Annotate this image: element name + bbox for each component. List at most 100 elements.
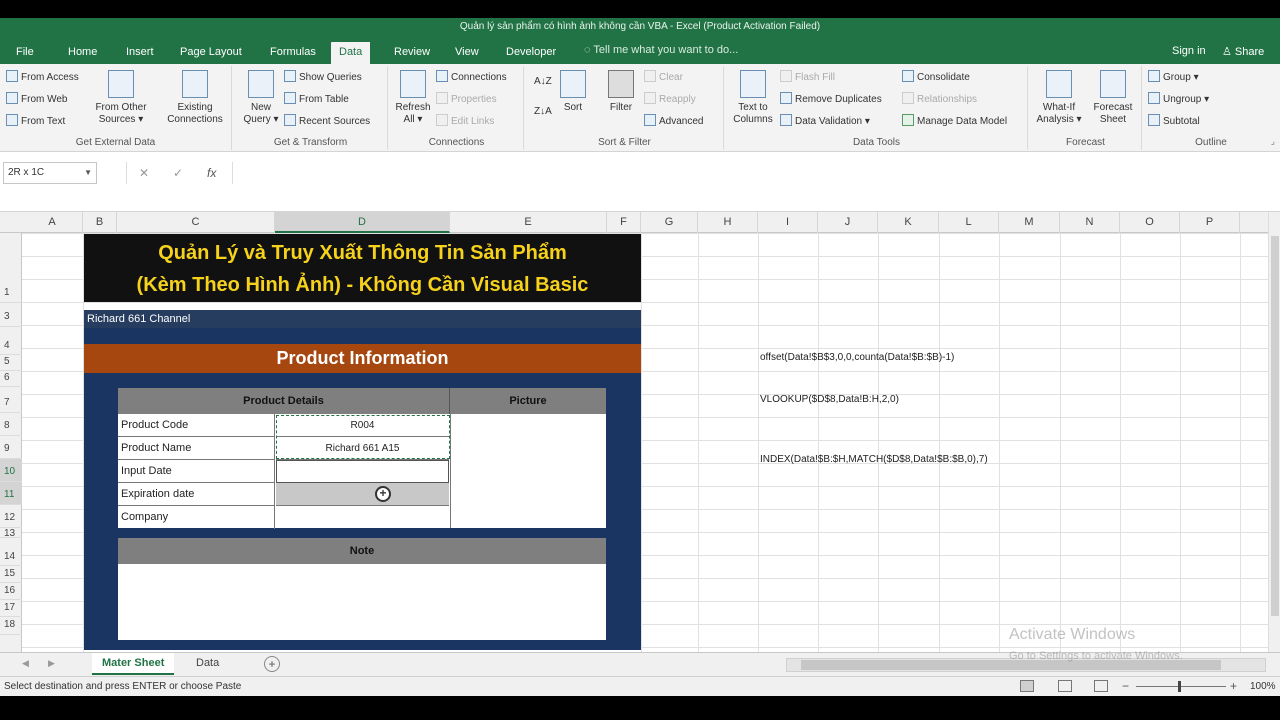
flash-fill-button[interactable]: Flash Fill bbox=[780, 68, 835, 88]
product-information-header[interactable]: Product Information bbox=[84, 344, 641, 373]
row-header-4[interactable]: 4 bbox=[0, 327, 22, 355]
from-other-sources-button[interactable]: From Other Sources ▾ bbox=[88, 70, 154, 126]
tab-home[interactable]: Home bbox=[60, 42, 105, 64]
what-if-analysis-button[interactable]: What-If Analysis ▾ bbox=[1034, 70, 1084, 126]
row-header-1[interactable]: 1 bbox=[0, 233, 22, 303]
reapply-button[interactable]: Reapply bbox=[644, 90, 696, 110]
enter-check-icon[interactable]: ✓ bbox=[173, 162, 183, 184]
tell-me-box[interactable]: ◌ Tell me what you want to do... bbox=[584, 44, 738, 56]
name-box[interactable]: 2R x 1C ▼ bbox=[3, 162, 97, 184]
row-header-8[interactable]: 8 bbox=[0, 413, 22, 436]
row-header-7[interactable]: 7 bbox=[0, 387, 22, 413]
column-header-d[interactable]: D bbox=[275, 212, 450, 233]
label-company[interactable]: Company bbox=[118, 506, 275, 529]
tab-developer[interactable]: Developer bbox=[498, 42, 564, 64]
row-header-9[interactable]: 9 bbox=[0, 436, 22, 459]
cancel-x-icon[interactable]: ✕ bbox=[139, 162, 149, 184]
row-header-12[interactable]: 12 bbox=[0, 505, 22, 528]
row-header-16[interactable]: 16 bbox=[0, 583, 22, 600]
tab-page-layout[interactable]: Page Layout bbox=[172, 42, 250, 64]
row-header-13[interactable]: 13 bbox=[0, 528, 22, 539]
formula-note-index[interactable]: INDEX(Data!$B:$H,MATCH($D$8,Data!$B:$B,0… bbox=[760, 454, 988, 465]
sort-az-button[interactable]: A↓Z bbox=[534, 72, 552, 92]
refresh-all-button[interactable]: Refresh All ▾ bbox=[392, 70, 434, 126]
zoom-level[interactable]: 100% bbox=[1250, 681, 1276, 692]
column-header-o[interactable]: O bbox=[1120, 212, 1180, 233]
from-table-button[interactable]: From Table bbox=[284, 90, 349, 110]
sort-za-button[interactable]: Z↓A bbox=[534, 102, 552, 122]
prev-sheet-icon[interactable]: ◀ bbox=[22, 658, 29, 669]
note-header[interactable]: Note bbox=[118, 538, 606, 564]
recent-sources-button[interactable]: Recent Sources bbox=[284, 112, 370, 132]
page-layout-view-icon[interactable] bbox=[1058, 680, 1072, 692]
picture-header[interactable]: Picture bbox=[450, 388, 606, 414]
chevron-down-icon[interactable]: ▼ bbox=[84, 163, 92, 183]
sort-button[interactable]: Sort bbox=[556, 70, 590, 114]
label-expiration-date[interactable]: Expiration date bbox=[118, 483, 275, 506]
row-header-11[interactable]: 11 bbox=[0, 482, 22, 505]
page-break-view-icon[interactable] bbox=[1094, 680, 1108, 692]
row-header-5[interactable]: 5 bbox=[0, 355, 22, 371]
formula-note-offset[interactable]: offset(Data!$B$3,0,0,counta(Data!$B:$B)-… bbox=[760, 352, 954, 363]
normal-view-icon[interactable] bbox=[1020, 680, 1034, 692]
sheet-tab-data[interactable]: Data bbox=[186, 653, 229, 675]
row-header-3[interactable]: 3 bbox=[0, 303, 22, 327]
column-header-c[interactable]: C bbox=[117, 212, 275, 233]
next-sheet-icon[interactable]: ▶ bbox=[48, 658, 55, 669]
column-header-l[interactable]: L bbox=[939, 212, 999, 233]
label-product-code[interactable]: Product Code bbox=[118, 414, 275, 437]
value-company[interactable] bbox=[276, 506, 449, 529]
zoom-slider[interactable] bbox=[1136, 686, 1226, 687]
picture-area[interactable] bbox=[450, 414, 606, 528]
sheet-tab-mater-sheet[interactable]: Mater Sheet bbox=[92, 653, 175, 675]
vertical-scrollbar[interactable] bbox=[1268, 212, 1280, 652]
properties-button[interactable]: Properties bbox=[436, 90, 497, 110]
row-header-15[interactable]: 15 bbox=[0, 566, 22, 583]
column-header-b[interactable]: B bbox=[83, 212, 117, 233]
column-header-j[interactable]: J bbox=[818, 212, 878, 233]
title-banner[interactable]: Quản Lý và Truy Xuất Thông Tin Sản Phẩm … bbox=[84, 234, 641, 302]
new-query-button[interactable]: New Query ▾ bbox=[238, 70, 284, 126]
dialog-launcher-icon[interactable]: ⌟ bbox=[1271, 136, 1275, 147]
note-area[interactable] bbox=[118, 564, 606, 640]
remove-duplicates-button[interactable]: Remove Duplicates bbox=[780, 90, 882, 110]
channel-label[interactable]: Richard 661 Channel bbox=[84, 310, 641, 328]
column-header-k[interactable]: K bbox=[878, 212, 939, 233]
clear-button[interactable]: Clear bbox=[644, 68, 683, 88]
sign-in-link[interactable]: Sign in bbox=[1172, 45, 1206, 57]
tab-file[interactable]: File bbox=[8, 42, 42, 64]
existing-connections-button[interactable]: Existing Connections bbox=[160, 70, 230, 126]
from-text-button[interactable]: From Text bbox=[6, 112, 65, 132]
label-input-date[interactable]: Input Date bbox=[118, 460, 275, 483]
from-access-button[interactable]: From Access bbox=[6, 68, 79, 88]
formula-note-vlookup[interactable]: VLOOKUP($D$8,Data!B:H,2,0) bbox=[760, 394, 899, 405]
tab-view[interactable]: View bbox=[447, 42, 487, 64]
column-header-n[interactable]: N bbox=[1060, 212, 1120, 233]
advanced-button[interactable]: Advanced bbox=[644, 112, 703, 132]
tab-formulas[interactable]: Formulas bbox=[262, 42, 324, 64]
scroll-thumb[interactable] bbox=[1271, 236, 1279, 616]
forecast-sheet-button[interactable]: Forecast Sheet bbox=[1088, 70, 1138, 126]
column-header-a[interactable]: A bbox=[22, 212, 83, 233]
column-header-f[interactable]: F bbox=[607, 212, 641, 233]
row-header-18[interactable]: 18 bbox=[0, 617, 22, 635]
connections-button[interactable]: Connections bbox=[436, 68, 507, 88]
tab-data[interactable]: Data bbox=[331, 42, 371, 64]
zoom-out-icon[interactable]: − bbox=[1122, 679, 1129, 693]
zoom-in-icon[interactable]: + bbox=[1230, 679, 1237, 693]
zoom-slider-thumb[interactable] bbox=[1178, 681, 1181, 692]
from-web-button[interactable]: From Web bbox=[6, 90, 68, 110]
column-header-e[interactable]: E bbox=[450, 212, 607, 233]
add-sheet-icon[interactable]: + bbox=[264, 656, 280, 672]
column-header-g[interactable]: G bbox=[641, 212, 698, 233]
label-product-name[interactable]: Product Name bbox=[118, 437, 275, 460]
manage-data-model-button[interactable]: Manage Data Model bbox=[902, 112, 1007, 132]
subtotal-button[interactable]: Subtotal bbox=[1148, 112, 1200, 132]
ungroup-button[interactable]: Ungroup ▾ bbox=[1148, 90, 1209, 110]
column-header-h[interactable]: H bbox=[698, 212, 758, 233]
column-header-m[interactable]: M bbox=[999, 212, 1060, 233]
row-header-17[interactable]: 17 bbox=[0, 600, 22, 617]
row-header-10[interactable]: 10 bbox=[0, 459, 22, 482]
filter-button[interactable]: Filter bbox=[604, 70, 638, 114]
value-expiration-date[interactable] bbox=[276, 483, 449, 506]
